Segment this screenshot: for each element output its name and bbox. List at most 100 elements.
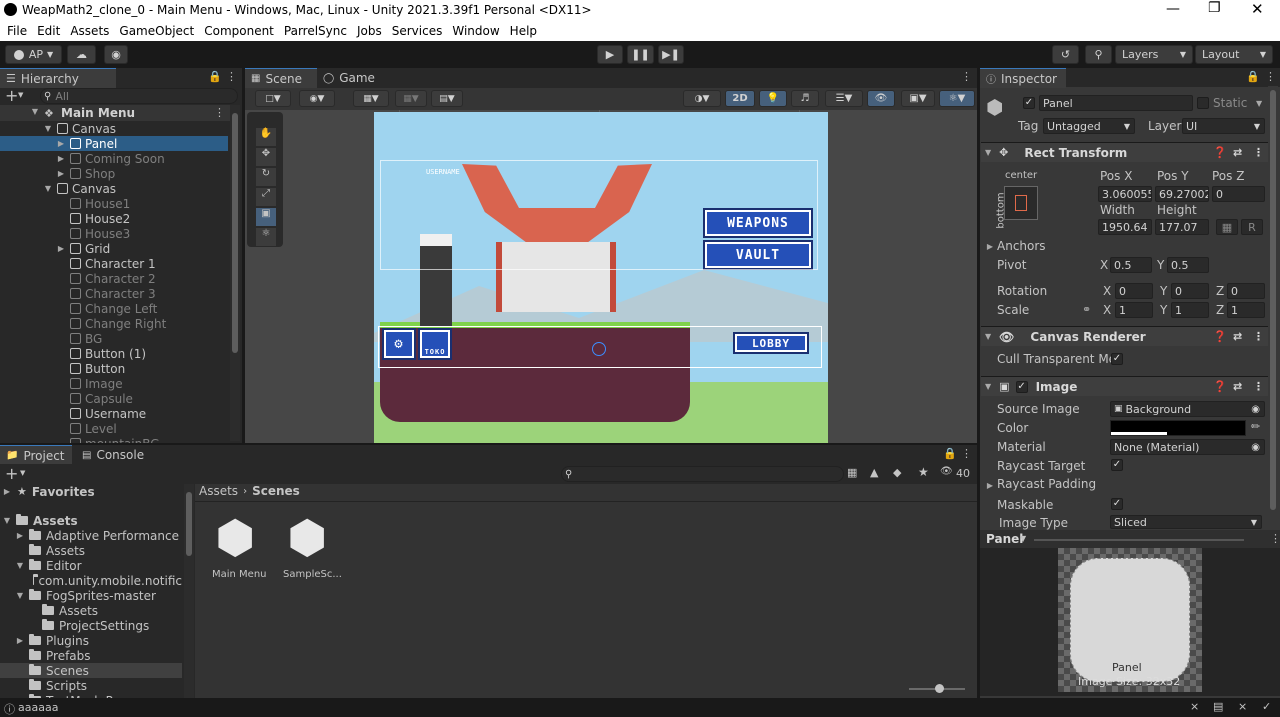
tag-icon[interactable]: ◆ xyxy=(893,466,901,479)
collab-button[interactable]: ◉ xyxy=(104,45,128,64)
project-search-input[interactable]: ⚲ xyxy=(561,466,844,482)
hierarchy-item[interactable]: Level xyxy=(0,421,228,436)
scrollbar-thumb[interactable] xyxy=(1270,90,1276,510)
hand-tool[interactable]: ✋ xyxy=(256,128,276,146)
menu-file[interactable]: File xyxy=(7,24,27,38)
hierarchy-item[interactable]: Button xyxy=(0,361,228,376)
project-tree-item[interactable]: Assets xyxy=(0,543,182,558)
canvas-renderer-header[interactable]: ▼ 👁 Canvas Renderer ❓ ⇄ ⋮ xyxy=(981,326,1272,346)
lock-icon[interactable]: 🔒 xyxy=(943,447,957,460)
project-tree-item[interactable]: TextMesh Pro xyxy=(0,693,182,698)
add-button[interactable]: + xyxy=(5,86,18,105)
menu-gameobject[interactable]: GameObject xyxy=(119,24,194,38)
hierarchy-item[interactable]: ▼ Canvas xyxy=(0,181,228,196)
preset-icon[interactable]: ⇄ xyxy=(1233,380,1242,393)
rotate-tool[interactable]: ↻ xyxy=(256,168,276,186)
network-icon[interactable]: ⨯ xyxy=(1238,700,1247,713)
hierarchy-scene-row[interactable]: ▼ ❖ Main Menu ⋮ xyxy=(0,105,230,121)
more-icon[interactable]: ⋮ xyxy=(961,447,972,460)
menu-help[interactable]: Help xyxy=(510,24,537,38)
pivot-x-input[interactable]: 0.5 xyxy=(1110,257,1152,273)
maskable-checkbox[interactable]: ✓ xyxy=(1111,498,1123,510)
render-mode-dropdown[interactable]: ◑▼ xyxy=(683,90,721,107)
posx-input[interactable]: 3.060055 xyxy=(1098,186,1152,202)
tree-scrollbar[interactable] xyxy=(184,484,194,698)
scale-tool[interactable]: ⤢ xyxy=(256,188,276,206)
bug-icon[interactable]: ⨯ xyxy=(1190,700,1199,713)
hierarchy-item[interactable]: mountainBG xyxy=(0,436,228,443)
hierarchy-item[interactable]: Character 1 xyxy=(0,256,228,271)
move-tool[interactable]: ✥ xyxy=(256,148,276,166)
cache-icon[interactable]: ▤ xyxy=(1213,700,1223,713)
expand-arrow-icon[interactable]: ▶ xyxy=(15,531,25,540)
status-text[interactable]: aaaaaa xyxy=(18,701,58,714)
more-icon[interactable]: ⋮ xyxy=(214,106,225,119)
expand-arrow-icon[interactable]: ▼ xyxy=(15,561,25,570)
rot-y-input[interactable]: 0 xyxy=(1171,283,1209,299)
hierarchy-item[interactable]: ▶ Shop xyxy=(0,166,228,181)
rot-z-input[interactable]: 0 xyxy=(1227,283,1265,299)
object-picker-icon[interactable]: ◉ xyxy=(1251,404,1260,415)
file-sample-scene[interactable]: ⬢ SampleSc... xyxy=(281,510,342,586)
width-input[interactable]: 1950.64 xyxy=(1098,219,1152,235)
blueprint-button[interactable]: ▦ xyxy=(1216,219,1238,235)
expand-arrow-icon[interactable]: ▶ xyxy=(985,242,995,251)
hierarchy-scrollbar[interactable] xyxy=(230,105,240,441)
pivot-y-input[interactable]: 0.5 xyxy=(1167,257,1209,273)
more-icon[interactable]: ⋮ xyxy=(226,70,237,83)
project-tree-item[interactable]: Assets xyxy=(0,603,182,618)
filter-label-icon[interactable]: ▲ xyxy=(870,466,878,479)
project-tree-item[interactable]: Scripts xyxy=(0,678,182,693)
cull-transparent-checkbox[interactable]: ✓ xyxy=(1111,353,1123,365)
hierarchy-item[interactable]: Character 2 xyxy=(0,271,228,286)
expand-arrow-icon[interactable]: ▶ xyxy=(56,139,66,148)
static-checkbox[interactable] xyxy=(1197,97,1209,109)
hierarchy-item[interactable]: House1 xyxy=(0,196,228,211)
transform-tool[interactable]: ⚛ xyxy=(256,228,276,246)
preset-icon[interactable]: ⇄ xyxy=(1233,330,1242,343)
lighting-button[interactable]: 💡 xyxy=(759,90,787,107)
scale-x-input[interactable]: 1 xyxy=(1115,302,1153,318)
hierarchy-item[interactable]: Button (1) xyxy=(0,346,228,361)
eye-icon[interactable]: 👁 xyxy=(940,466,953,477)
account-dropdown[interactable]: AP ▼ xyxy=(5,45,62,64)
pivot-handle[interactable] xyxy=(592,342,606,356)
zoom-slider[interactable] xyxy=(909,684,965,693)
project-tree-item[interactable]: ▼ Assets xyxy=(0,513,182,528)
link-icon[interactable]: ⚭ xyxy=(1082,303,1091,316)
expand-arrow-icon[interactable]: ▼ xyxy=(43,184,53,193)
more-icon[interactable]: ⋮ xyxy=(1253,330,1264,343)
menu-window[interactable]: Window xyxy=(452,24,499,38)
expand-arrow-icon[interactable]: ▶ xyxy=(56,154,66,163)
menu-edit[interactable]: Edit xyxy=(37,24,60,38)
camera-dropdown[interactable]: ▣▼ xyxy=(901,90,935,107)
history-button[interactable]: ↺ xyxy=(1052,45,1079,64)
project-tree-item[interactable]: ▼ FogSprites-master xyxy=(0,588,182,603)
chevron-down-icon[interactable]: ▼ xyxy=(1256,99,1262,108)
more-icon[interactable]: ⋮ xyxy=(1265,70,1276,83)
lock-icon[interactable]: 🔒 xyxy=(208,70,222,83)
pause-button[interactable]: ❚❚ xyxy=(627,45,654,64)
cloud-button[interactable]: ☁ xyxy=(67,45,96,64)
height-input[interactable]: 177.07 xyxy=(1155,219,1209,235)
anchor-preset-button[interactable] xyxy=(1004,186,1038,220)
object-picker-icon[interactable]: ◉ xyxy=(1251,442,1260,453)
raycast-padding-label[interactable]: Raycast Padding xyxy=(997,477,1096,491)
check-icon[interactable]: ✓ xyxy=(1262,700,1271,713)
active-checkbox[interactable]: ✓ xyxy=(1023,97,1035,109)
scrollbar-thumb[interactable] xyxy=(232,113,238,353)
scale-z-input[interactable]: 1 xyxy=(1227,302,1265,318)
expand-arrow-icon[interactable]: ▼ xyxy=(43,124,53,133)
hierarchy-search-input[interactable]: ⚲ All xyxy=(40,88,238,104)
scrollbar-thumb[interactable] xyxy=(186,492,192,556)
tab-inspector[interactable]: ⓘ Inspector xyxy=(980,68,1066,88)
hierarchy-item[interactable]: Change Right xyxy=(0,316,228,331)
more-icon[interactable]: ⋮ xyxy=(961,70,972,83)
tab-hierarchy[interactable]: ☰ Hierarchy xyxy=(0,68,116,88)
gizmos-dropdown[interactable]: ⚛▼ xyxy=(939,90,975,107)
more-icon[interactable]: ⋮ xyxy=(1253,146,1264,159)
raw-edit-button[interactable]: R xyxy=(1241,219,1263,235)
tag-dropdown[interactable]: Untagged ▼ xyxy=(1043,118,1135,134)
expand-arrow-icon[interactable]: ▼ xyxy=(2,516,12,525)
hierarchy-item[interactable]: BG xyxy=(0,331,228,346)
